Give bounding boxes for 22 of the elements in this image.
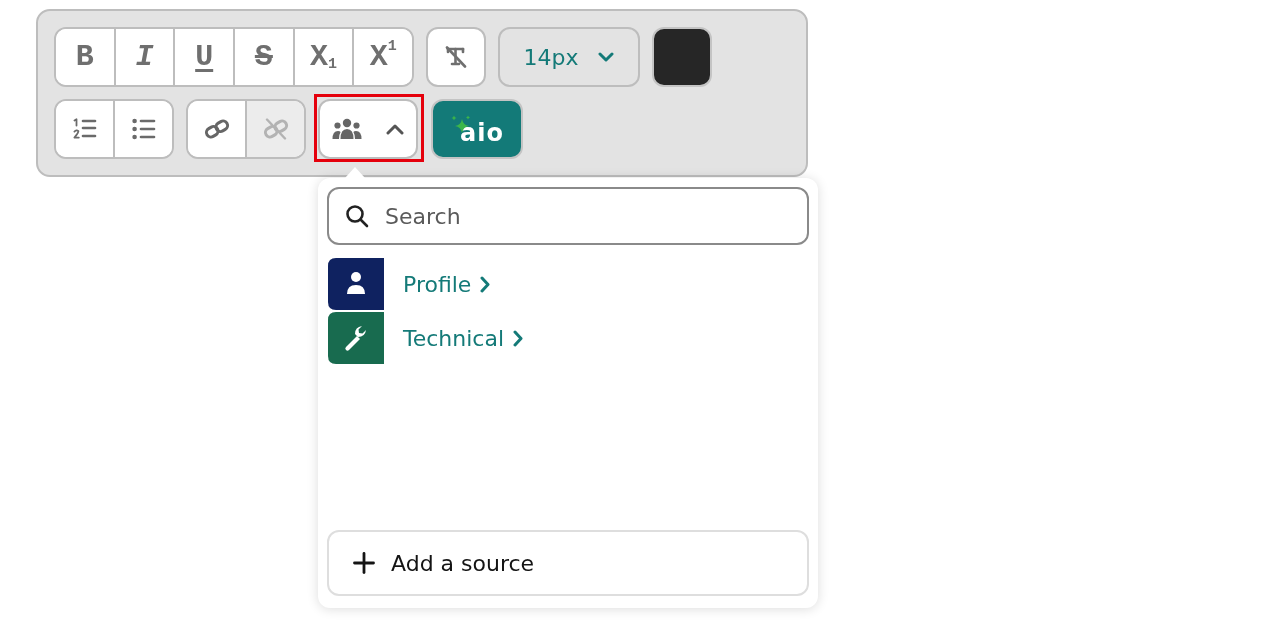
people-icon <box>332 117 362 141</box>
bullet-list-icon <box>131 118 156 140</box>
clear-format-button[interactable] <box>426 27 486 87</box>
source-menu-item[interactable]: Profile <box>328 258 491 310</box>
chevron-right-icon <box>513 329 524 347</box>
chevron-down-icon <box>598 52 615 62</box>
search-icon <box>345 204 369 228</box>
clear-format-icon <box>445 46 467 68</box>
numbered-list-icon <box>72 118 97 140</box>
ai-assistant-button[interactable]: aio <box>431 99 523 159</box>
sources-button[interactable] <box>318 99 418 159</box>
search-field[interactable]: Search <box>327 187 809 245</box>
add-source-button[interactable]: Add a source <box>327 530 809 596</box>
superscript-button[interactable]: X$^{1}$ <box>352 29 412 85</box>
plus-icon <box>353 552 375 574</box>
link-icon <box>203 118 230 140</box>
font-size-dropdown[interactable]: 14px <box>498 27 640 87</box>
broken-link-icon <box>262 118 289 140</box>
chevron-right-icon <box>480 275 491 293</box>
source-menu-item[interactable]: Technical <box>328 312 524 364</box>
bullet-list-button[interactable] <box>113 101 172 157</box>
text-color-button[interactable] <box>652 27 712 87</box>
